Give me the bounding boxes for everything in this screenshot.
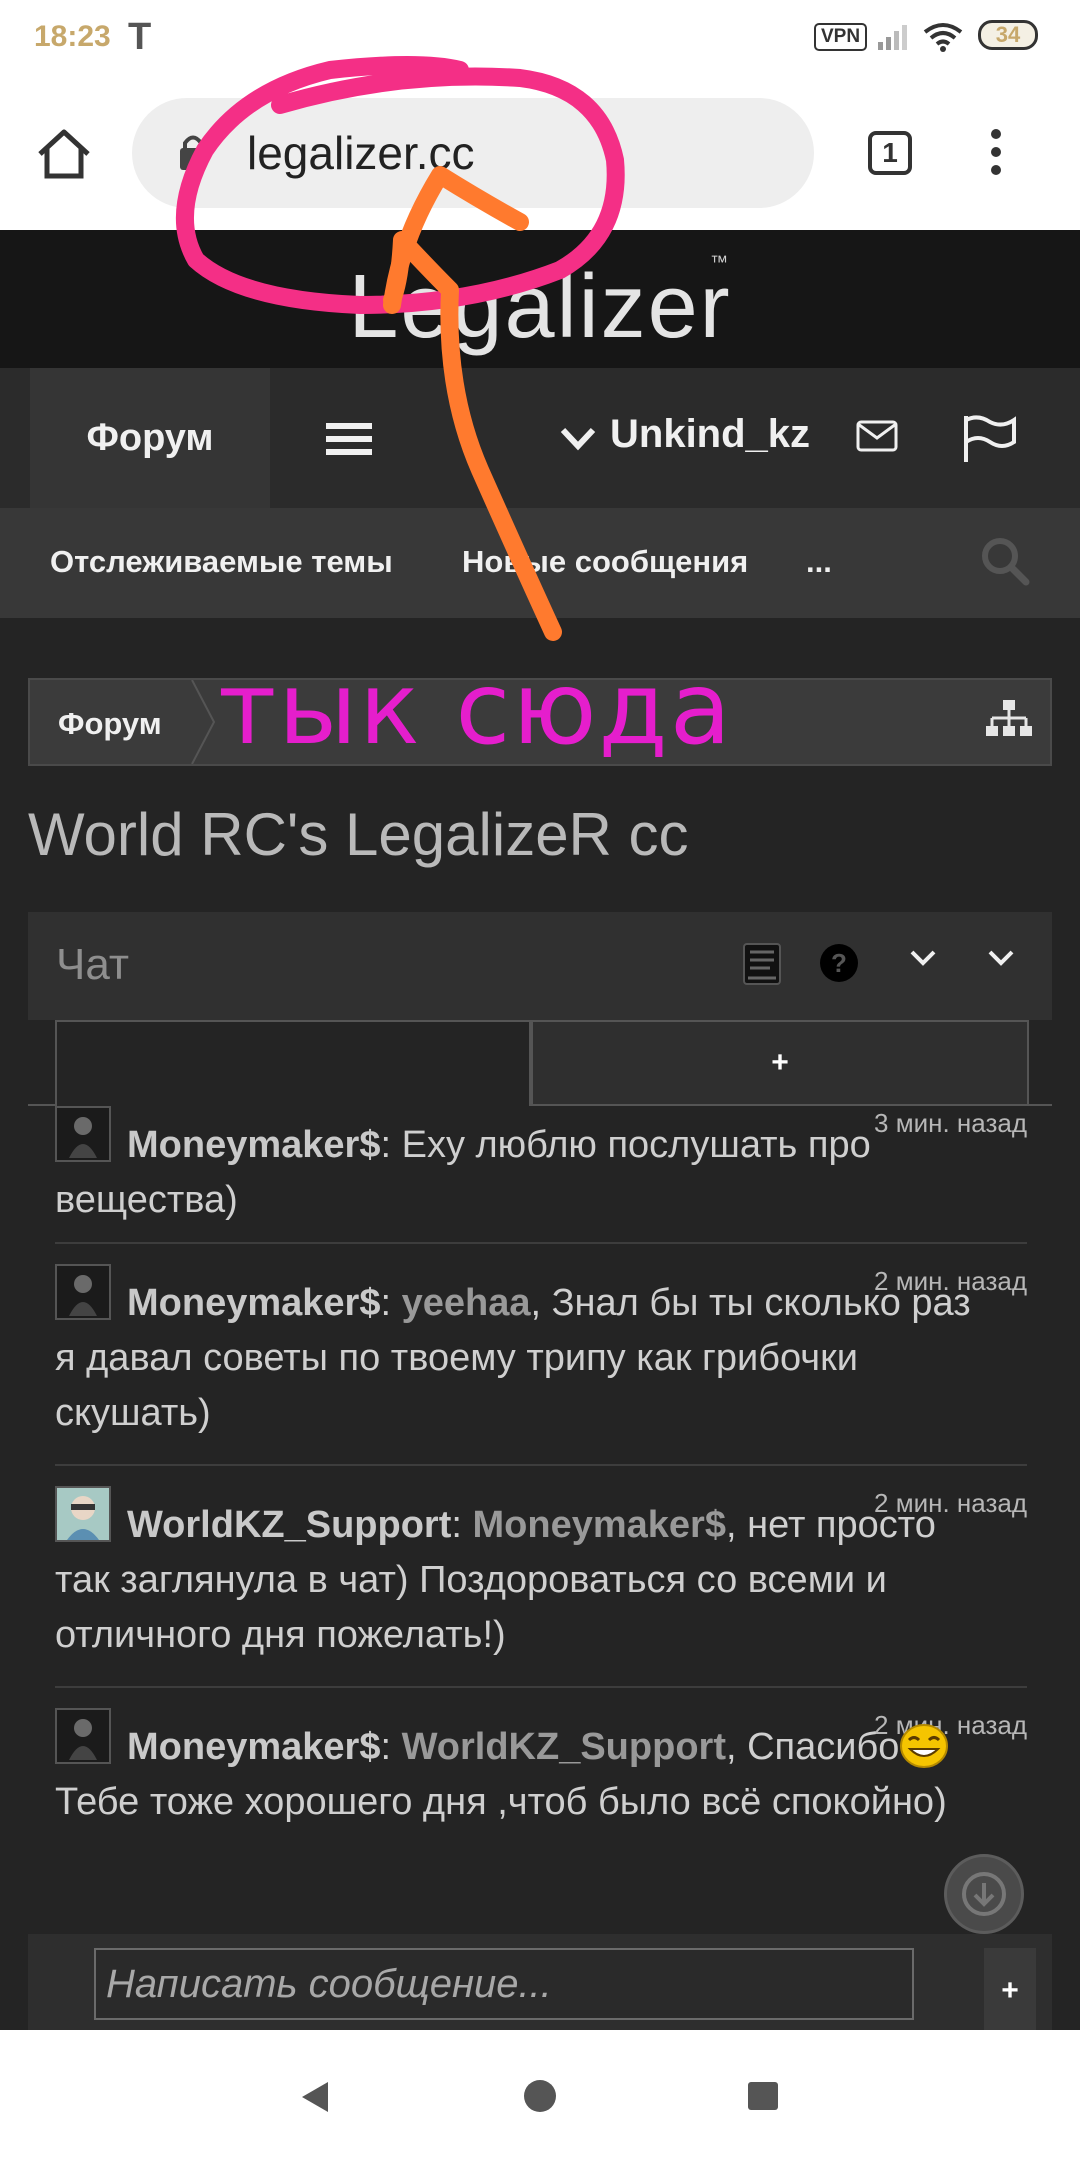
message-body: Спасибо bbox=[747, 1726, 900, 1768]
subnav-more[interactable]: ... bbox=[806, 544, 832, 580]
vpn-badge: VPN bbox=[814, 23, 868, 51]
chat-message: 3 мин. назад Moneymaker$: Еху люблю посл… bbox=[55, 1106, 1027, 1244]
main-nav: Форум Unkind_kz bbox=[0, 368, 1080, 508]
mention-separator: , bbox=[725, 1504, 748, 1546]
svg-text:?: ? bbox=[831, 948, 847, 978]
message-separator: : bbox=[380, 1726, 402, 1768]
message-author[interactable]: Moneymaker$ bbox=[127, 1282, 380, 1324]
nav-forum-tab[interactable]: Форум bbox=[30, 368, 270, 508]
hamburger-menu-icon[interactable] bbox=[326, 423, 372, 455]
tab-switcher-button[interactable]: 1 bbox=[868, 131, 912, 175]
collapse-chevron-icon[interactable] bbox=[986, 948, 1016, 968]
chat-input-bar: Написать сообщение... + bbox=[28, 1934, 1052, 2034]
recent-apps-button[interactable] bbox=[748, 2082, 778, 2110]
message-author[interactable]: WorldKZ_Support bbox=[127, 1504, 451, 1546]
home-icon[interactable] bbox=[36, 128, 92, 180]
lock-icon bbox=[180, 135, 206, 170]
chat-rules-book-icon[interactable] bbox=[742, 942, 782, 986]
message-text: WorldKZ_Support: Moneymaker$, нет просто… bbox=[55, 1498, 975, 1663]
annotation-label: тык сюда bbox=[218, 650, 733, 767]
message-input[interactable]: Написать сообщение... bbox=[94, 1948, 914, 2020]
user-account-menu[interactable]: Unkind_kz bbox=[610, 412, 810, 457]
chat-header: Чат ? bbox=[28, 912, 1052, 1020]
send-button[interactable]: + bbox=[984, 1948, 1036, 2034]
status-bar: 18:23 T VPN 34 bbox=[0, 0, 1080, 76]
mail-icon[interactable] bbox=[856, 420, 898, 452]
mention-separator: , bbox=[725, 1726, 748, 1768]
message-mention[interactable]: yeehaa bbox=[402, 1282, 531, 1324]
chat-add-room-tab[interactable]: + bbox=[531, 1020, 1029, 1106]
message-author[interactable]: Moneymaker$ bbox=[127, 1726, 380, 1768]
battery-icon: 34 bbox=[978, 20, 1038, 50]
subnav-watched-threads[interactable]: Отслеживаемые темы bbox=[50, 544, 393, 580]
arrow-down-circle-icon bbox=[962, 1872, 1006, 1916]
wifi-icon bbox=[923, 23, 963, 52]
chevron-down-icon[interactable] bbox=[560, 426, 596, 452]
smiley-emoji-icon bbox=[900, 1724, 949, 1768]
carrier-t-icon: T bbox=[128, 16, 152, 58]
chat-help-icon[interactable]: ? bbox=[818, 942, 860, 984]
message-body-continued: Тебе тоже хорошего дня ,чтоб было всё сп… bbox=[55, 1781, 947, 1823]
system-nav-bar bbox=[0, 2030, 1080, 2160]
message-separator: : bbox=[380, 1282, 402, 1324]
more-menu-icon[interactable] bbox=[990, 128, 1002, 176]
subnav-new-posts[interactable]: Новые сообщения bbox=[462, 544, 748, 580]
site-header: Legalizer ™ bbox=[0, 230, 1080, 368]
sitemap-icon[interactable] bbox=[986, 700, 1032, 744]
page-title: World RC's LegalizeR cc bbox=[28, 801, 689, 868]
chevron-down-icon[interactable] bbox=[908, 948, 938, 968]
search-icon[interactable] bbox=[980, 536, 1030, 586]
address-bar[interactable]: legalizer.cc bbox=[132, 98, 814, 208]
home-button[interactable] bbox=[524, 2080, 556, 2112]
chat-message: 2 мин. назад WorldKZ_Support: Moneymaker… bbox=[55, 1486, 1027, 1688]
site-logo[interactable]: Legalizer bbox=[0, 256, 1080, 359]
back-icon[interactable] bbox=[298, 2080, 330, 2114]
url-text[interactable]: legalizer.cc bbox=[247, 126, 475, 180]
chat-room-tab[interactable] bbox=[55, 1020, 531, 1106]
browser-toolbar: legalizer.cc 1 bbox=[0, 76, 1080, 230]
chat-message: 2 мин. назад Moneymaker$: WorldKZ_Suppor… bbox=[55, 1708, 1027, 1908]
logo-trademark: ™ bbox=[710, 252, 728, 272]
message-mention[interactable]: Moneymaker$ bbox=[473, 1504, 726, 1546]
message-separator: : bbox=[451, 1504, 473, 1546]
alerts-flag-icon[interactable] bbox=[962, 414, 1018, 464]
breadcrumb-separator-icon bbox=[191, 680, 216, 764]
message-mention[interactable]: WorldKZ_Support bbox=[402, 1726, 726, 1768]
scroll-to-bottom-button[interactable] bbox=[944, 1854, 1024, 1934]
signal-icon bbox=[878, 25, 907, 50]
chat-message: 2 мин. назад Moneymaker$: yeehaa, Знал б… bbox=[55, 1264, 1027, 1466]
message-author[interactable]: Moneymaker$ bbox=[127, 1124, 380, 1166]
chat-title: Чат bbox=[56, 940, 129, 989]
sub-nav: Отслеживаемые темы Новые сообщения ... bbox=[0, 508, 1080, 618]
message-separator: : bbox=[380, 1124, 402, 1166]
breadcrumb-forum[interactable]: Форум bbox=[58, 706, 162, 742]
message-text: Moneymaker$: WorldKZ_Support, Спасибо Теб… bbox=[55, 1720, 975, 1830]
message-text: Moneymaker$: yeehaa, Знал бы ты сколько … bbox=[55, 1276, 975, 1441]
mention-separator: , bbox=[530, 1282, 552, 1324]
message-text: Moneymaker$: Еху люблю послушать про вещ… bbox=[55, 1118, 975, 1228]
status-time: 18:23 bbox=[34, 20, 111, 53]
